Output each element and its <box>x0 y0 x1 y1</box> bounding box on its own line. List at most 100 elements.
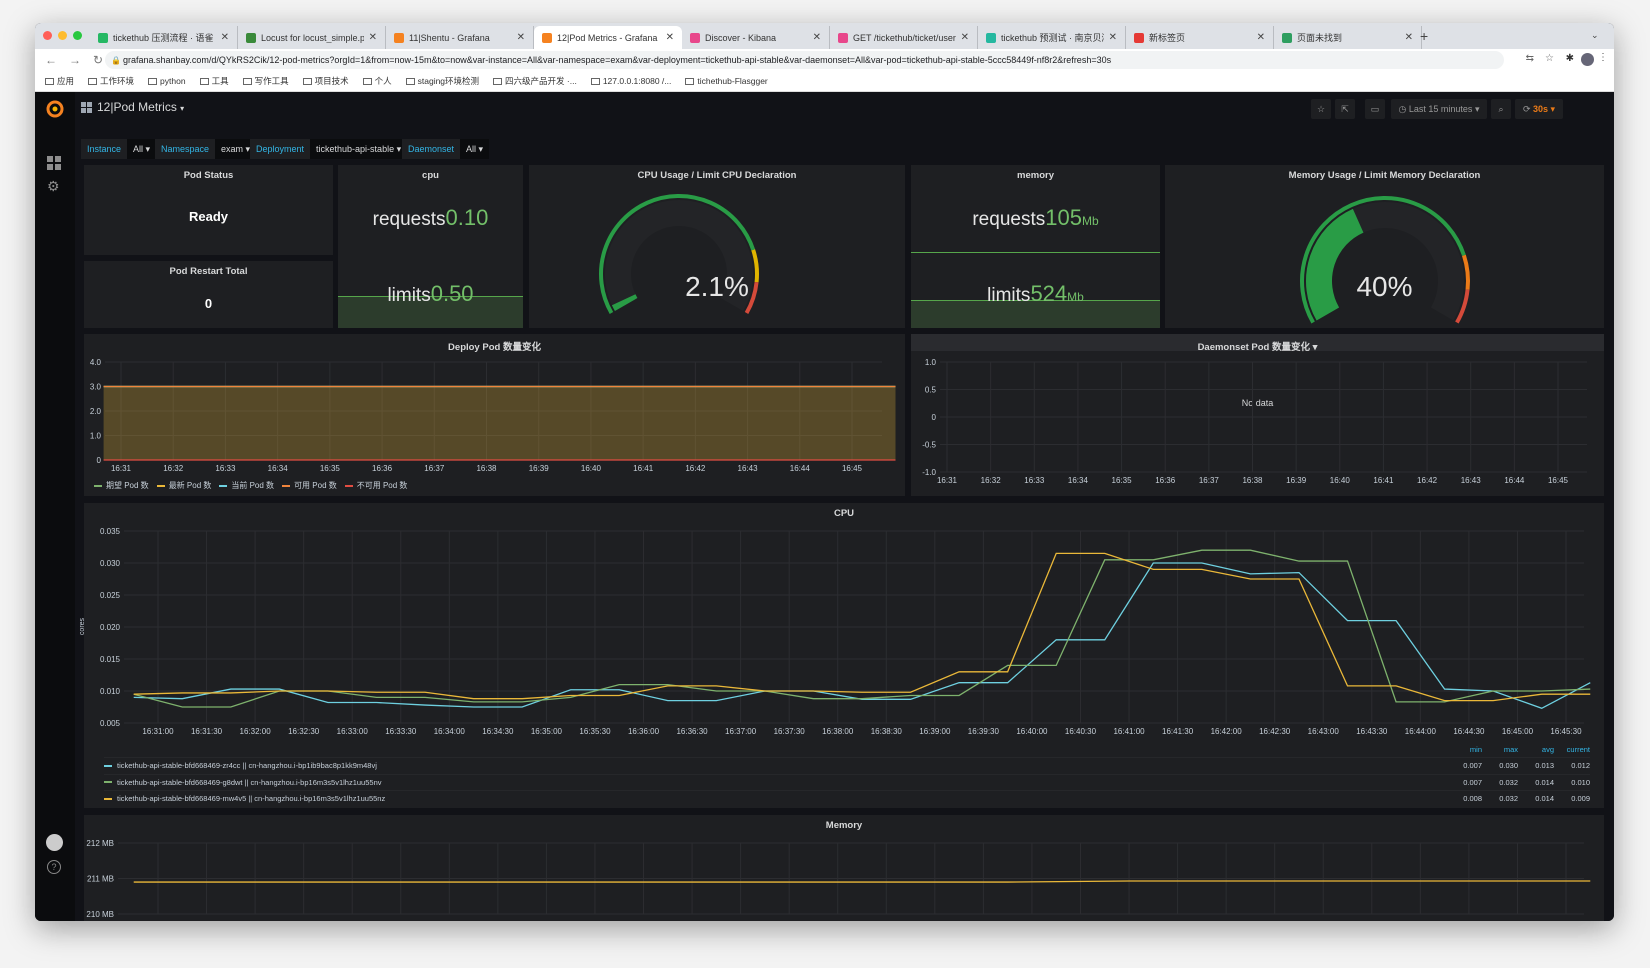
profile-avatar[interactable] <box>1581 53 1594 66</box>
bookmark-item[interactable]: python <box>148 76 186 86</box>
browser-tab[interactable]: Discover - Kibana ✕ <box>682 26 830 49</box>
bookmark-item[interactable]: 工作环境 <box>88 75 134 87</box>
browser-tab[interactable]: tickethub 压测流程 · 语雀 ✕ <box>90 26 238 49</box>
close-tab-icon[interactable]: ✕ <box>961 32 969 43</box>
instance-select[interactable]: All ▾ <box>127 139 157 159</box>
bookmark-item[interactable]: 个人 <box>362 75 392 87</box>
variable-instance[interactable]: Instance All ▾ <box>81 139 157 159</box>
close-tab-icon[interactable]: ✕ <box>813 32 821 43</box>
close-tab-icon[interactable]: ✕ <box>1405 32 1413 43</box>
bookmark-item[interactable]: tichethub-Flasgger <box>685 76 768 86</box>
maximize-window-button[interactable] <box>73 31 82 40</box>
dashboards-icon[interactable] <box>47 156 61 170</box>
legend-column-max[interactable]: max <box>1484 745 1518 754</box>
browser-tab[interactable]: 11|Shentu - Grafana ✕ <box>386 26 534 49</box>
browser-tab[interactable]: GET /tickethub/ticket/user ✕ <box>830 26 978 49</box>
variable-namespace[interactable]: Namespace exam ▾ <box>155 139 257 159</box>
variable-daemonset[interactable]: Daemonset All ▾ <box>402 139 490 159</box>
daemonset-pod-panel: Daemonset Pod 数量变化 ▾ No data <box>911 334 1604 496</box>
cpu-gauge-value: 2.1% <box>685 271 749 302</box>
back-icon[interactable]: ← <box>45 53 59 67</box>
bookmark-item[interactable]: staging环境检测 <box>405 75 479 87</box>
tab-favicon-icon <box>394 32 404 43</box>
memory-stat-panel: memory requests105Mb limits524Mb <box>911 165 1160 328</box>
memory-gauge-panel: Memory Usage / Limit Memory Declaration … <box>1165 165 1604 328</box>
daemonset-panel-title[interactable]: Daemonset Pod 数量变化 ▾ <box>911 339 1604 353</box>
no-data-label: No data <box>1241 398 1274 408</box>
minimize-window-button[interactable] <box>58 31 67 40</box>
browser-tab[interactable]: 页面未找到 ✕ <box>1274 26 1422 49</box>
memory-gauge-value: 40% <box>1356 271 1413 302</box>
pod-restart-panel: Pod Restart Total 0 <box>84 261 333 328</box>
close-tab-icon[interactable]: ✕ <box>517 32 525 43</box>
legend-min: 0.007 <box>1463 761 1482 771</box>
url-input[interactable]: 🔒 grafana.shanbay.com/d/QYkRS2Cik/12-pod-… <box>105 51 1504 69</box>
dashboard-title[interactable]: 12|Pod Metrics ▾ <box>97 100 184 114</box>
legend-avg: 0.014 <box>1535 794 1554 804</box>
tab-favicon-icon <box>986 32 996 43</box>
share-icon[interactable]: ⇱ <box>1335 99 1355 119</box>
zoom-out-icon[interactable]: ⌕ <box>1491 99 1511 119</box>
legend-item[interactable]: 期望 Pod 数 <box>94 480 149 491</box>
browser-tab[interactable]: tickethub 预测试 · 南京贝湾信息✕ <box>978 26 1126 49</box>
folder-icon <box>590 78 600 86</box>
close-tab-icon[interactable]: ✕ <box>1109 32 1117 43</box>
forward-icon[interactable]: → <box>69 53 83 67</box>
browser-tab[interactable]: 12|Pod Metrics - Grafana ✕ <box>534 26 682 49</box>
bookmark-item[interactable]: 写作工具 <box>242 75 289 87</box>
new-tab-button[interactable]: + <box>1420 28 1428 44</box>
close-tab-icon[interactable]: ✕ <box>221 32 229 43</box>
legend-item[interactable]: 最新 Pod 数 <box>156 480 211 491</box>
legend-row[interactable]: tickethub-api-stable-bfd668469-g8dwt || … <box>104 773 1590 791</box>
tv-mode-icon[interactable]: ▭ <box>1365 99 1385 119</box>
legend-column-avg[interactable]: avg <box>1520 745 1554 754</box>
menu-icon[interactable]: ⋮ <box>1598 52 1608 63</box>
legend-item[interactable]: 可用 Pod 数 <box>282 480 337 491</box>
grafana-logo-icon[interactable] <box>46 98 64 118</box>
bookmark-item[interactable]: 工具 <box>199 75 229 87</box>
close-tab-icon[interactable]: ✕ <box>666 32 674 43</box>
time-picker[interactable]: ◷ Last 15 minutes ▾ <box>1391 99 1487 119</box>
legend-column-current[interactable]: current <box>1556 745 1590 754</box>
legend-item[interactable]: 不可用 Pod 数 <box>344 480 407 491</box>
legend-swatch <box>104 797 112 800</box>
variable-deployment[interactable]: Deployment tickethub-api-stable ▾ <box>250 139 408 159</box>
folder-icon <box>362 78 372 86</box>
memory-limits: limits524Mb <box>987 281 1084 306</box>
legend-column-min[interactable]: min <box>1448 745 1482 754</box>
clock-icon: ◷ <box>1398 103 1409 114</box>
pod-status-value: Ready <box>188 209 229 224</box>
bookmarks-bar: 应用 工作环境 python 工具 写作工具 项目技术 个人 staging环境检测 四六级产品… <box>35 71 1614 92</box>
legend-swatch <box>104 764 112 767</box>
help-icon[interactable]: ? <box>47 860 61 874</box>
close-tab-icon[interactable]: ✕ <box>369 32 377 43</box>
legend-item[interactable]: 当前 Pod 数 <box>219 480 274 491</box>
extensions-icon[interactable]: ✱ <box>1566 53 1574 64</box>
legend-current: 0.009 <box>1571 794 1590 804</box>
legend-current: 0.010 <box>1571 777 1590 787</box>
browser-tab[interactable]: 新标签页 ✕ <box>1126 26 1274 49</box>
bookmark-item[interactable]: 127.0.0.1:8080 /... <box>590 76 671 86</box>
tab-list-chevron-icon[interactable]: ⌄ <box>1591 30 1599 41</box>
legend-swatch <box>219 484 228 487</box>
legend-row[interactable]: tickethub-api-stable-bfd668469-mw4v5 || … <box>104 790 1590 807</box>
bookmark-item[interactable]: 项目技术 <box>302 75 349 87</box>
refresh-picker[interactable]: ⟳ 30s ▾ <box>1515 99 1563 119</box>
bookmark-item[interactable]: 应用 <box>45 75 74 87</box>
folder-icon <box>405 78 415 86</box>
deployment-select[interactable]: tickethub-api-stable ▾ <box>310 139 408 159</box>
tab-bar: tickethub 压测流程 · 语雀 ✕ Locust for locust_si… <box>35 23 1614 49</box>
star-icon[interactable]: ☆ <box>1311 99 1331 119</box>
daemonset-select[interactable]: All ▾ <box>460 139 490 159</box>
browser-tab[interactable]: Locust for locust_simple.py ✕ <box>238 26 386 49</box>
bookmark-star-icon[interactable]: ☆ <box>1545 53 1554 64</box>
bookmark-item[interactable]: 四六级产品开发 ·... <box>493 75 577 87</box>
pod-status-panel: Pod Status Ready <box>84 165 333 255</box>
translate-icon[interactable]: ⇆ <box>1526 53 1534 64</box>
legend-min: 0.007 <box>1463 777 1482 787</box>
close-tab-icon[interactable]: ✕ <box>1257 32 1265 43</box>
gear-icon[interactable]: ⚙ <box>47 178 60 195</box>
legend-row[interactable]: tickethub-api-stable-bfd668469-zr4cc || … <box>104 757 1590 774</box>
user-avatar[interactable] <box>46 834 63 851</box>
close-window-button[interactable] <box>43 31 52 40</box>
